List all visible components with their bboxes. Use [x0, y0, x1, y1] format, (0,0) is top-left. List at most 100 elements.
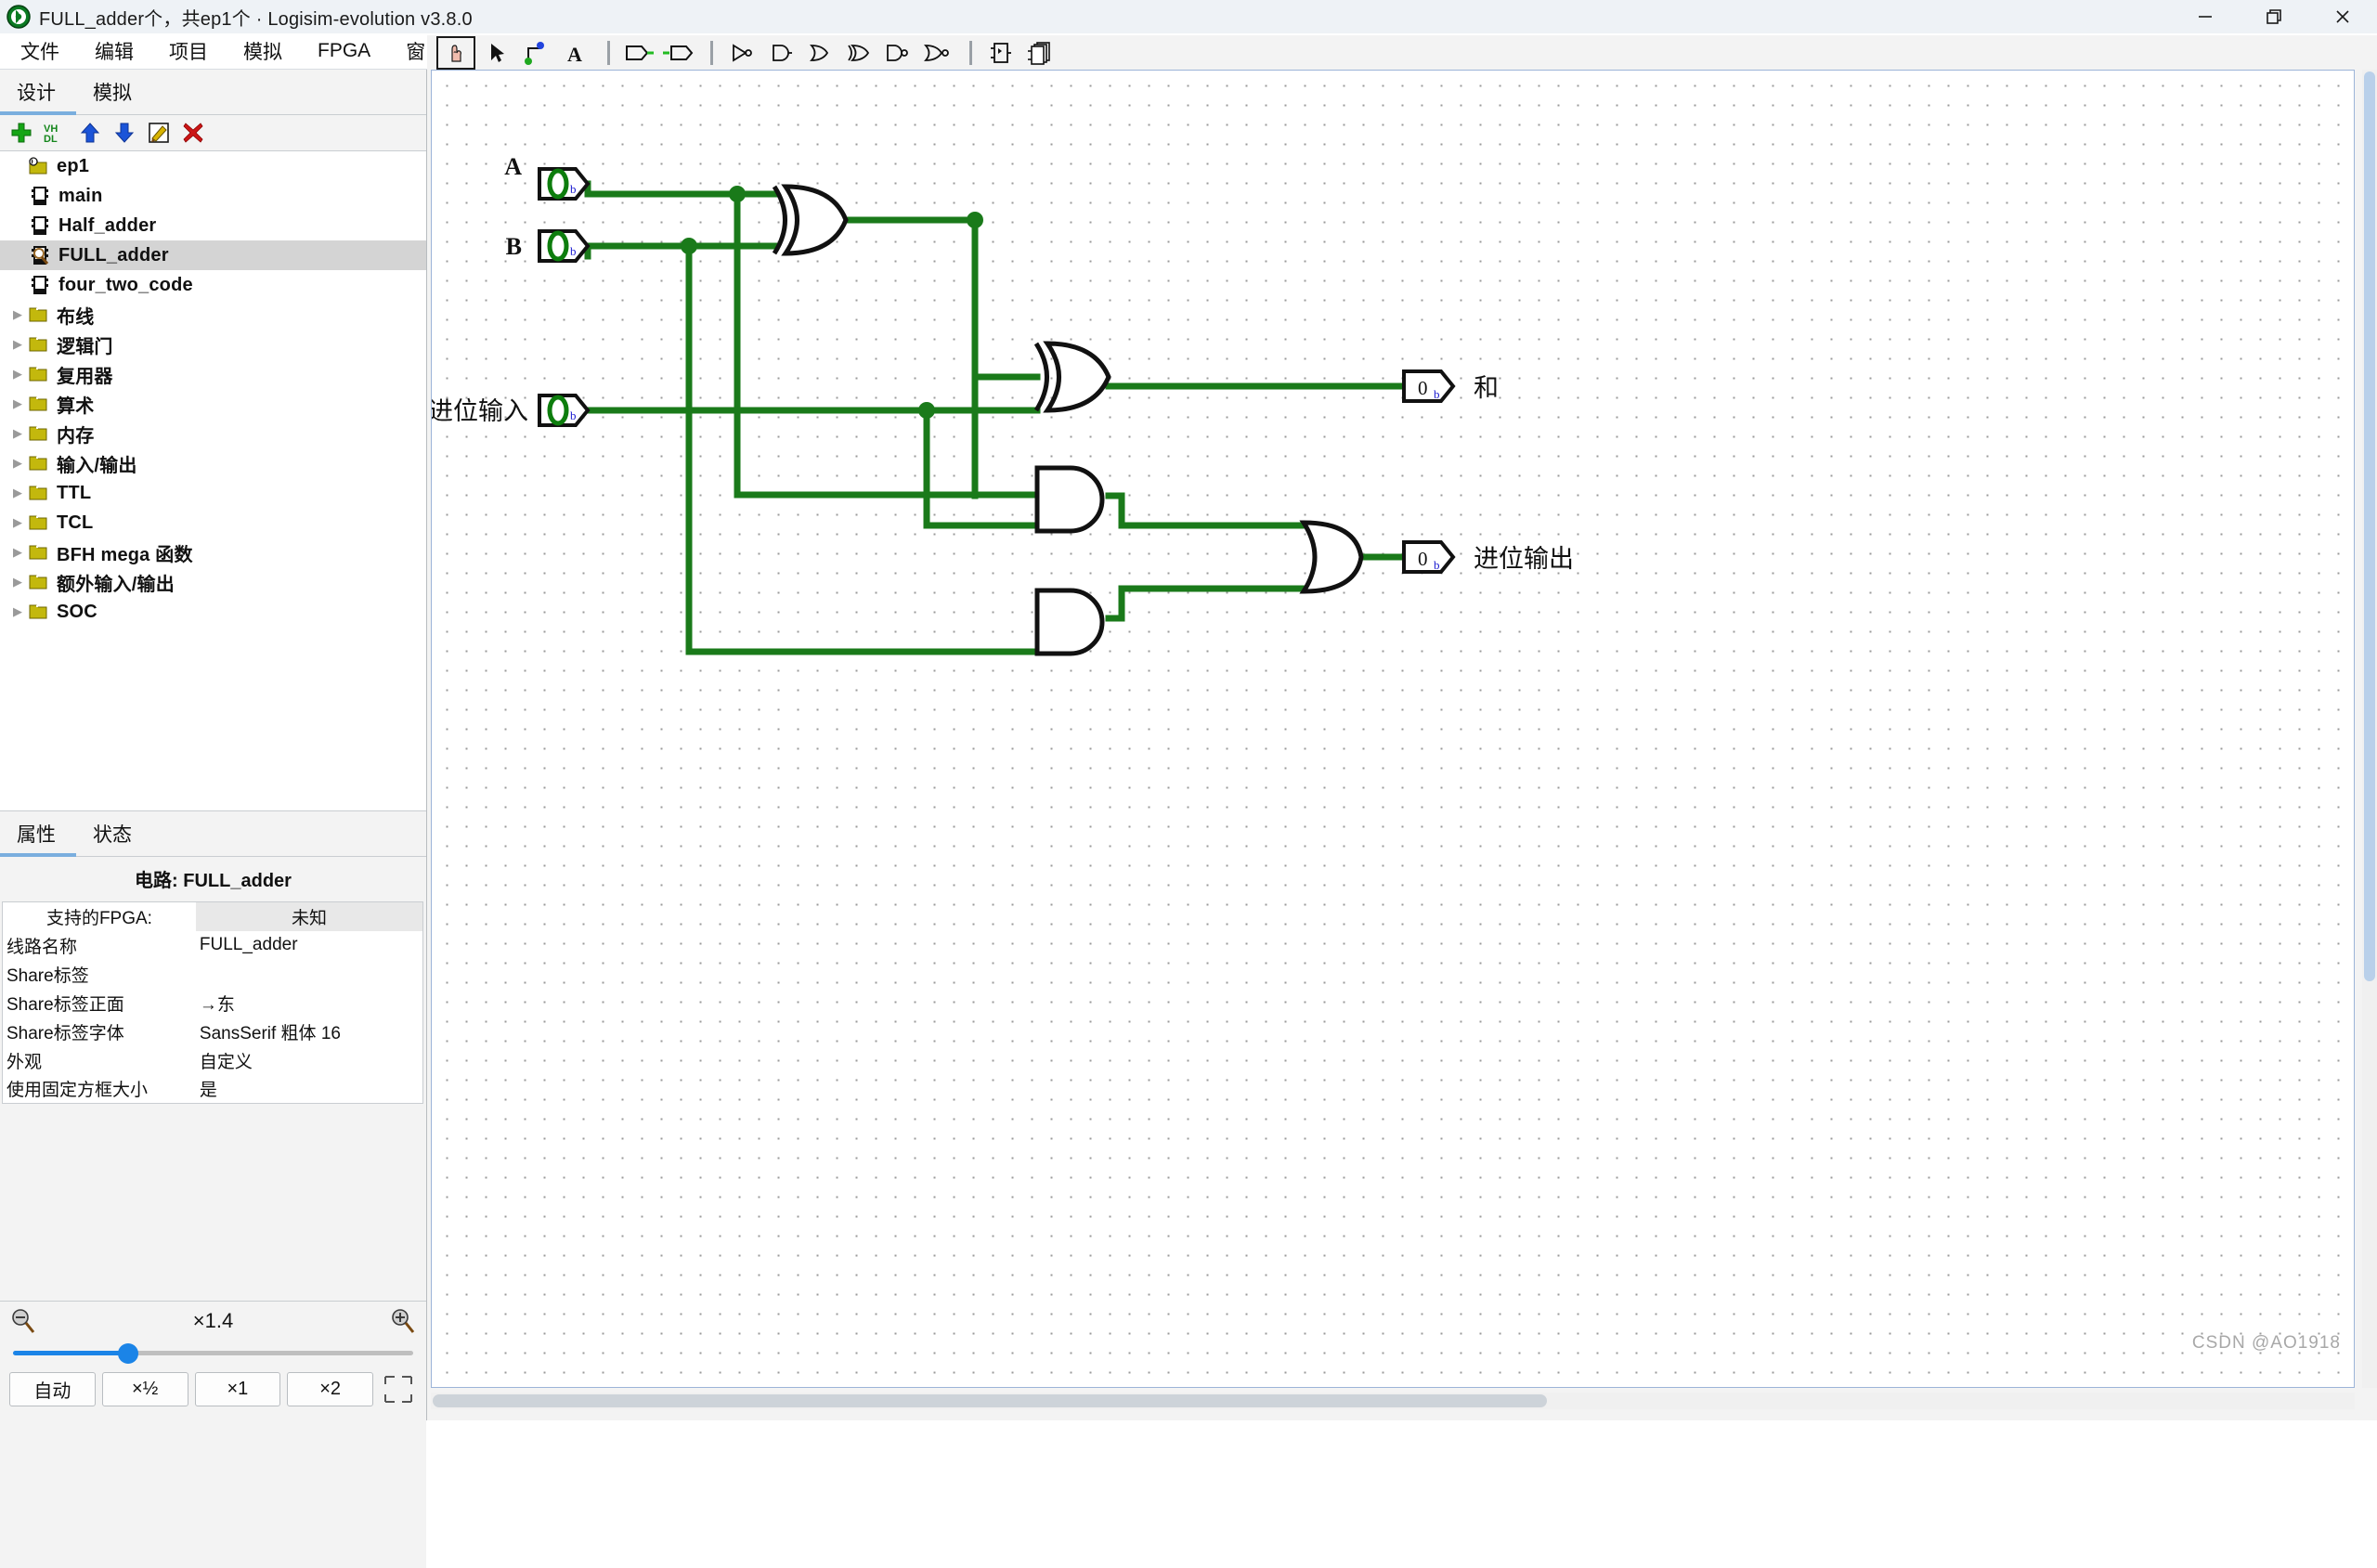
tab-simulate[interactable]: 模拟 [76, 71, 152, 114]
horizontal-scrollbar[interactable] [431, 1393, 2355, 1409]
property-value[interactable]: →东 [196, 989, 423, 1017]
menu-simulate[interactable]: 模拟 [228, 33, 297, 69]
circuit-tree[interactable]: ep1 main Half_adder FULL_adder four_two_code… [0, 151, 426, 811]
chevron-right-icon[interactable]: ▶ [7, 545, 28, 560]
tree-item-[interactable]: ▶ 布线 [0, 300, 426, 330]
pin-carry-out[interactable]: 0 b [1402, 540, 1456, 574]
vertical-scrollbar-thumb[interactable] [2364, 71, 2375, 981]
circuit-canvas[interactable]: b A b B b 进位输入 0 b 和 0 b 进位输出 CSDN @AO19… [431, 70, 2355, 1388]
poke-tool-button[interactable] [436, 35, 475, 70]
nor-gate-button[interactable] [919, 38, 955, 68]
tree-item-[interactable]: ▶ 内存 [0, 419, 426, 448]
zoom-1x-button[interactable]: ×1 [194, 1372, 281, 1406]
property-value[interactable]: SansSerif 粗体 16 [196, 1017, 423, 1046]
xor-gate-button[interactable] [841, 38, 877, 68]
chevron-right-icon[interactable]: ▶ [7, 307, 28, 322]
chevron-right-icon[interactable]: ▶ [7, 367, 28, 382]
pin-carry-in[interactable]: b [538, 394, 591, 427]
chevron-right-icon[interactable]: ▶ [7, 486, 28, 500]
text-tool-button[interactable]: A [557, 38, 592, 68]
zoom-2x-button[interactable]: ×2 [287, 1372, 373, 1406]
and-gate-2[interactable] [1034, 588, 1105, 656]
tree-item-Half_adder[interactable]: Half_adder [0, 211, 426, 240]
zoom-in-icon[interactable] [389, 1307, 417, 1335]
and-gate-1[interactable] [1034, 465, 1105, 534]
menu-edit[interactable]: 编辑 [80, 33, 149, 69]
menu-project[interactable]: 项目 [154, 33, 223, 69]
pin-a[interactable]: b [538, 167, 591, 201]
tab-design[interactable]: 设计 [0, 71, 76, 115]
add-circuit-button[interactable] [6, 117, 37, 149]
input-pin-button[interactable] [621, 38, 656, 68]
delete-button[interactable] [177, 117, 209, 149]
property-value[interactable]: 自定义 [196, 1046, 423, 1075]
chevron-right-icon[interactable]: ▶ [7, 337, 28, 352]
select-tool-button[interactable] [479, 38, 514, 68]
zoom-out-icon[interactable] [9, 1307, 37, 1335]
circuit-diagram[interactable]: b A b B b 进位输入 0 b 和 0 b 进位输出 [432, 71, 2354, 1388]
property-row[interactable]: Share标签 [3, 960, 423, 989]
chevron-right-icon[interactable]: ▶ [7, 604, 28, 619]
pin-b[interactable]: b [538, 229, 591, 263]
property-row[interactable]: Share标签字体 SansSerif 粗体 16 [3, 1017, 423, 1046]
tree-item-main[interactable]: main [0, 181, 426, 211]
property-row[interactable]: 支持的FPGA: 未知 [3, 901, 423, 931]
resize-grip[interactable] [380, 1373, 417, 1406]
tab-state[interactable]: 状态 [76, 813, 152, 856]
tree-item-FULL_adder[interactable]: FULL_adder [0, 240, 426, 270]
menu-file[interactable]: 文件 [6, 33, 74, 69]
zoom-half-button[interactable]: ×½ [101, 1372, 188, 1406]
zoom-auto-button[interactable]: 自动 [9, 1372, 96, 1406]
tab-properties[interactable]: 属性 [0, 813, 76, 857]
xor-gate-1[interactable] [772, 184, 849, 256]
property-value[interactable]: 未知 [195, 901, 423, 931]
close-button[interactable] [2308, 0, 2377, 33]
properties-table[interactable]: 支持的FPGA: 未知 线路名称 FULL_adder Share标签 Share标签正面… [2, 901, 423, 1104]
or-gate-1[interactable] [1299, 520, 1364, 594]
tree-item-BFHmega[interactable]: ▶ BFH mega 函数 [0, 538, 426, 567]
output-pin-button[interactable] [660, 38, 695, 68]
not-gate-button[interactable] [724, 38, 760, 68]
duplicate-circuit-tool-button[interactable] [1022, 38, 1058, 68]
tree-item-[interactable]: ▶ 逻辑门 [0, 330, 426, 359]
chevron-right-icon[interactable]: ▶ [7, 396, 28, 411]
property-row[interactable]: 使用固定方框大小 是 [3, 1075, 423, 1104]
tree-item-[interactable]: ▶ 额外输入/输出 [0, 567, 426, 597]
vertical-scrollbar[interactable] [2362, 70, 2377, 1388]
property-value[interactable] [196, 960, 423, 989]
property-value[interactable]: FULL_adder [196, 931, 423, 960]
xor-gate-2[interactable] [1033, 341, 1111, 413]
property-row[interactable]: 外观 自定义 [3, 1046, 423, 1075]
tree-item-TCL[interactable]: ▶ TCL [0, 508, 426, 538]
tree-item-[interactable]: ▶ 算术 [0, 389, 426, 419]
add-circuit-tool-button[interactable] [983, 38, 1019, 68]
horizontal-scrollbar-thumb[interactable] [433, 1394, 1547, 1407]
move-up-button[interactable] [74, 117, 106, 149]
chevron-right-icon[interactable]: ▶ [7, 515, 28, 530]
tree-item-[interactable]: ▶ 复用器 [0, 359, 426, 389]
pin-sum[interactable]: 0 b [1402, 369, 1456, 403]
chevron-right-icon[interactable]: ▶ [7, 575, 28, 590]
and-gate-button[interactable] [763, 38, 799, 68]
tree-item-SOC[interactable]: ▶ SOC [0, 597, 426, 627]
zoom-slider[interactable] [13, 1341, 413, 1365]
property-value[interactable]: 是 [196, 1075, 423, 1104]
chevron-right-icon[interactable]: ▶ [7, 456, 28, 471]
tree-item-TTL[interactable]: ▶ TTL [0, 478, 426, 508]
minimize-button[interactable] [2171, 0, 2240, 33]
chevron-right-icon[interactable]: ▶ [7, 426, 28, 441]
tree-item-ep1[interactable]: ep1 [0, 151, 426, 181]
nand-gate-button[interactable] [880, 38, 916, 68]
maximize-button[interactable] [2240, 0, 2308, 33]
menu-fpga[interactable]: FPGA [303, 36, 385, 66]
rename-button[interactable] [143, 117, 175, 149]
move-down-button[interactable] [109, 117, 140, 149]
tree-item-four_two_code[interactable]: four_two_code [0, 270, 426, 300]
wiring-tool-button[interactable] [518, 38, 553, 68]
tree-item-[interactable]: ▶ 输入/输出 [0, 448, 426, 478]
property-row[interactable]: Share标签正面 →东 [3, 989, 423, 1017]
zoom-slider-thumb[interactable] [118, 1343, 138, 1364]
add-vhdl-button[interactable]: VH DL [40, 117, 71, 149]
or-gate-button[interactable] [802, 38, 838, 68]
property-row[interactable]: 线路名称 FULL_adder [3, 931, 423, 960]
